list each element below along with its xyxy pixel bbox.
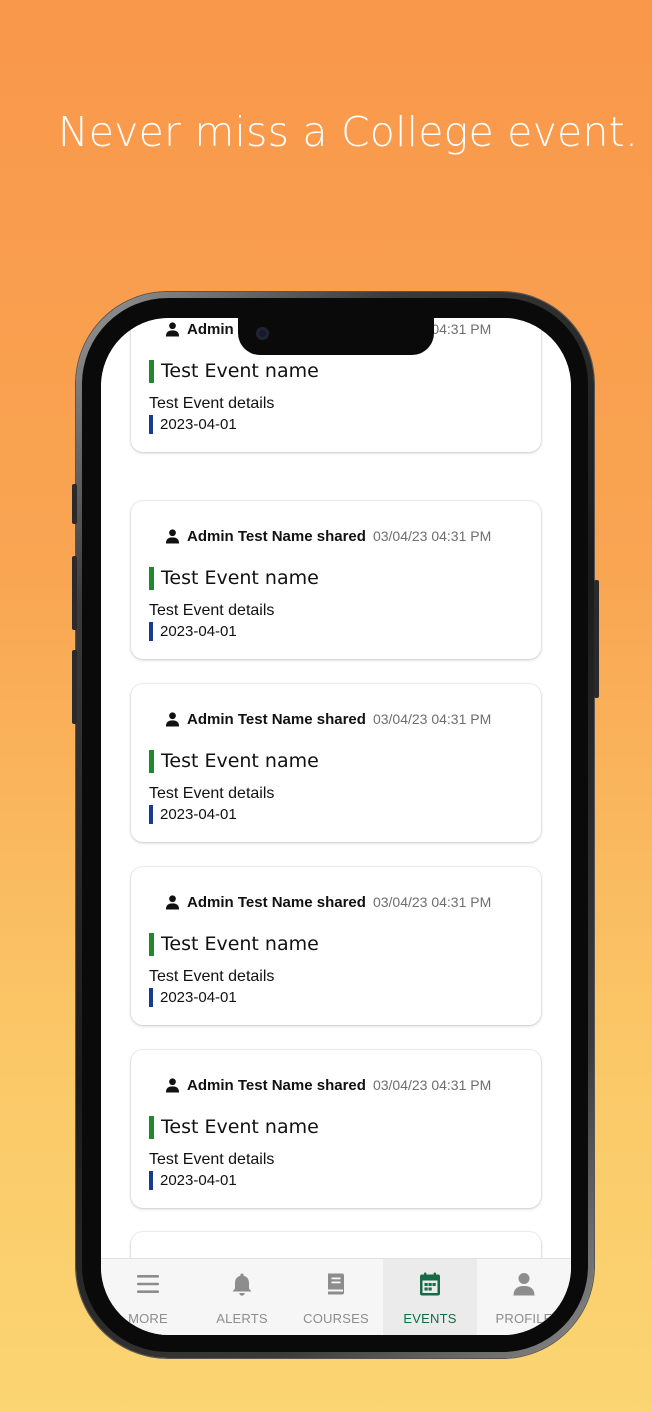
- phone-screen: Admin Test Name shared 03/04/23 04:31 PM…: [101, 318, 571, 1335]
- event-title: Test Event name: [161, 567, 319, 589]
- event-card-header: Admin Test Name shared 03/04/23 04:31 PM: [165, 709, 491, 729]
- event-feed[interactable]: Admin Test Name shared 03/04/23 04:31 PM…: [101, 318, 571, 1258]
- phone-mute-switch: [72, 484, 77, 524]
- person-icon: [165, 529, 180, 544]
- event-date: 2023-04-01: [160, 806, 237, 823]
- event-timestamp: 03/04/23 04:31 PM: [372, 894, 492, 910]
- date-accent-bar: [149, 1171, 153, 1190]
- bottom-tab-bar: MORE ALERTS COURSES EVENTS PROFILE: [101, 1258, 571, 1335]
- bell-icon: [232, 1273, 252, 1296]
- event-card-header: Admin Test Name shared 03/04/23 04:31 PM: [165, 892, 491, 912]
- headline: Never miss a College event.: [57, 108, 639, 156]
- event-timestamp: 03/04/23 04:31 PM: [372, 528, 492, 544]
- event-details: Test Event details: [149, 785, 275, 802]
- title-accent-bar: [149, 749, 154, 773]
- tab-courses[interactable]: COURSES: [289, 1259, 383, 1335]
- event-author: Admin Test Name shared: [187, 893, 366, 911]
- event-title: Test Event name: [161, 360, 319, 382]
- tab-label: ALERTS: [216, 1311, 268, 1326]
- event-date: 2023-04-01: [160, 416, 237, 433]
- person-icon: [513, 1273, 535, 1296]
- event-author: Admin Test Name shared: [187, 710, 366, 728]
- event-date: 2023-04-01: [160, 1172, 237, 1189]
- person-icon: [165, 322, 180, 337]
- tab-label: EVENTS: [403, 1311, 457, 1326]
- event-card-partial[interactable]: [131, 1232, 541, 1258]
- event-card[interactable]: Admin Test Name shared 03/04/23 04:31 PM…: [131, 1050, 541, 1208]
- event-card[interactable]: Admin Test Name shared 03/04/23 04:31 PM…: [131, 867, 541, 1025]
- event-card-header: Admin Test Name shared 03/04/23 04:31 PM: [165, 1075, 491, 1095]
- camera-icon: [256, 327, 269, 340]
- event-card-header: Admin Test Name shared 03/04/23 04:31 PM: [165, 526, 491, 546]
- event-timestamp: 03/04/23 04:31 PM: [372, 711, 492, 727]
- title-accent-bar: [149, 932, 154, 956]
- calendar-icon: [420, 1272, 440, 1296]
- phone-volume-down: [72, 650, 77, 724]
- phone-volume-up: [72, 556, 77, 630]
- event-title: Test Event name: [161, 750, 319, 772]
- event-title: Test Event name: [161, 933, 319, 955]
- event-date: 2023-04-01: [160, 989, 237, 1006]
- tab-more[interactable]: MORE: [101, 1259, 195, 1335]
- date-accent-bar: [149, 805, 153, 824]
- tab-alerts[interactable]: ALERTS: [195, 1259, 289, 1335]
- tab-label: PROFILE: [495, 1311, 553, 1326]
- title-accent-bar: [149, 566, 154, 590]
- event-title: Test Event name: [161, 1116, 319, 1138]
- event-details: Test Event details: [149, 968, 275, 985]
- date-accent-bar: [149, 988, 153, 1007]
- phone-power-button: [594, 580, 599, 698]
- event-date: 2023-04-01: [160, 623, 237, 640]
- tab-events[interactable]: EVENTS: [383, 1259, 477, 1335]
- event-details: Test Event details: [149, 1151, 275, 1168]
- date-accent-bar: [149, 622, 153, 641]
- phone-notch: [238, 318, 434, 355]
- tab-label: COURSES: [303, 1311, 369, 1326]
- title-accent-bar: [149, 359, 154, 383]
- menu-icon: [137, 1275, 159, 1293]
- event-details: Test Event details: [149, 602, 275, 619]
- title-accent-bar: [149, 1115, 154, 1139]
- person-icon: [165, 895, 180, 910]
- event-author: Admin Test Name shared: [187, 1076, 366, 1094]
- event-details: Test Event details: [149, 395, 275, 412]
- event-card[interactable]: Admin Test Name shared 03/04/23 04:31 PM…: [131, 501, 541, 659]
- event-author: Admin Test Name shared: [187, 527, 366, 545]
- event-card[interactable]: Admin Test Name shared 03/04/23 04:31 PM…: [131, 684, 541, 842]
- date-accent-bar: [149, 415, 153, 434]
- event-timestamp: 03/04/23 04:31 PM: [372, 1077, 492, 1093]
- person-icon: [165, 1078, 180, 1093]
- tab-profile[interactable]: PROFILE: [477, 1259, 571, 1335]
- book-icon: [328, 1273, 344, 1295]
- person-icon: [165, 712, 180, 727]
- tab-label: MORE: [128, 1311, 168, 1326]
